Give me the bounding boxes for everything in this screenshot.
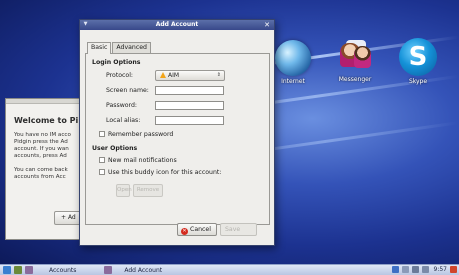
network-icon[interactable] [401,266,409,273]
protocol-select[interactable]: AIM ⇕ [155,70,225,81]
taskbar-item-add-account[interactable]: Add Account [124,267,162,274]
protocol-label: Protocol: [106,72,134,79]
tab-advanced[interactable]: Advanced [112,42,151,53]
messenger-icon [336,40,374,74]
dialog-titlebar: ▼ Add Account ✕ [80,20,274,30]
welcome-paragraph: You have no IM acco Pidgin press the Ad … [14,132,86,160]
start-menu-icon[interactable] [3,266,11,274]
close-icon[interactable]: ✕ [263,21,271,29]
accounts-window: Welcome to Pi You have no IM acco Pidgin… [5,98,94,240]
protocol-value: AIM [168,72,180,79]
desktop-icon-label: Messenger [338,76,372,83]
globe-icon [275,40,311,76]
desktop-icon-skype[interactable]: S Skype [388,38,448,85]
new-mail-checkbox[interactable]: New mail notifications [99,157,177,164]
welcome-paragraph-2: You can come back accounts from Acc [14,167,86,181]
remember-password-label: Remember password [108,131,174,138]
file-manager-icon[interactable] [14,266,22,274]
dialog-title: Add Account [155,21,199,28]
battery-icon[interactable] [411,266,419,273]
taskbar: Accounts Add Account 9:57 [0,264,459,275]
monitor-icon[interactable] [391,266,399,273]
accounts-window-titlebar [6,99,86,104]
local-alias-label: Local alias: [106,117,141,124]
add-account-dialog: ▼ Add Account ✕ Basic Advanced Login Opt… [79,19,275,246]
password-label: Password: [106,102,137,109]
system-tray: 9:57 [389,266,457,273]
desktop-icon-messenger[interactable]: Messenger [325,40,385,83]
welcome-line: You have no IM acco [14,132,71,138]
login-options-heading: Login Options [92,59,141,66]
pidgin-icon [104,266,113,274]
welcome-heading: Welcome to Pi [14,116,79,125]
add-account-button-label: Ad [67,214,76,221]
volume-icon[interactable] [421,266,429,273]
taskbar-item-accounts[interactable]: Accounts [49,267,76,274]
skype-icon: S [399,38,437,76]
welcome-line: Pidgin press the Ad [14,139,68,145]
cancel-button-label: Cancel [190,226,211,233]
checkbox-box [99,157,105,163]
clock[interactable]: 9:57 [434,266,447,273]
new-mail-label: New mail notifications [108,157,177,164]
shutdown-icon[interactable] [450,266,457,273]
add-icon: + [61,214,68,221]
save-button-label: Save [225,226,241,233]
updown-icon: ⇕ [216,72,221,78]
local-alias-field[interactable] [155,116,224,125]
tab-basic[interactable]: Basic [87,42,112,54]
welcome-line: account. If you wan [14,146,69,152]
dialog-tabs: Basic Advanced [87,42,152,54]
checkbox-box [99,169,105,175]
screen-name-field[interactable] [155,86,224,95]
aim-icon [160,72,166,78]
basic-tab-panel: Login Options Protocol: AIM ⇕ Screen nam… [85,53,270,225]
window-menu-icon[interactable]: ▼ [83,22,88,27]
desktop-icon-label: Skype [408,78,428,85]
password-field[interactable] [155,101,224,110]
remember-password-checkbox[interactable]: Remember password [99,131,173,138]
cancel-button[interactable]: ✕ Cancel [177,223,217,236]
cancel-icon: ✕ [181,228,188,235]
welcome-line: accounts from Acc [14,174,66,180]
buddy-icon-label: Use this buddy icon for this account: [108,169,222,176]
open-icon-button[interactable]: Open [116,184,132,197]
welcome-line: You can come back [14,167,68,173]
screen-name-label: Screen name: [106,87,149,94]
welcome-line: accounts, press Ad [14,153,67,159]
pidgin-icon[interactable] [25,266,33,274]
checkbox-box [99,131,105,137]
buddy-icon-checkbox[interactable]: Use this buddy icon for this account: [99,169,221,176]
save-button[interactable]: Save [220,223,257,236]
remove-icon-button[interactable]: Remove [133,184,163,197]
user-options-heading: User Options [92,145,138,152]
